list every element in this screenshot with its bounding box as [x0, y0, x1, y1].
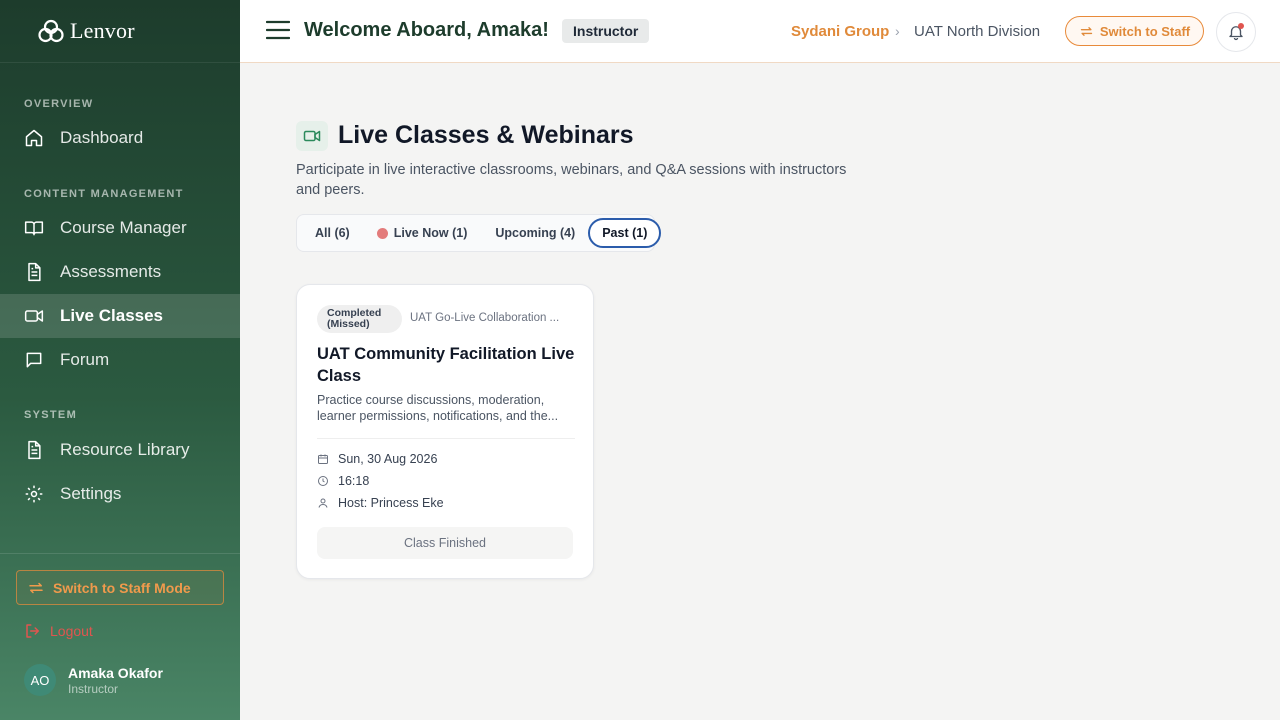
class-date-text: Sun, 30 Aug 2026	[338, 452, 438, 466]
section-label-content-management: CONTENT MANAGEMENT	[24, 188, 184, 200]
logout-label: Logout	[50, 623, 93, 639]
switch-to-staff-mode-button[interactable]: Switch to Staff Mode	[16, 570, 224, 605]
logo-icon	[38, 19, 64, 43]
sidebar-item-label: Assessments	[60, 262, 162, 281]
welcome-heading: Welcome Aboard, Amaka!	[304, 19, 549, 41]
switch-to-staff-mode-label: Switch to Staff Mode	[53, 579, 191, 596]
logout-icon	[26, 624, 39, 638]
sidebar-item-label: Settings	[60, 484, 122, 503]
class-description: Practice course discussions, moderation,…	[317, 393, 559, 423]
calendar-icon	[318, 454, 328, 464]
user-icon	[318, 498, 328, 508]
tab-label: Upcoming (4)	[495, 226, 576, 240]
avatar: AO	[24, 664, 56, 696]
sidebar-item-forum[interactable]: Forum	[0, 338, 240, 382]
brand-logo[interactable]: Lenvor	[0, 0, 240, 63]
switch-icon	[29, 582, 43, 593]
switch-to-staff-button[interactable]: Switch to Staff	[1065, 16, 1204, 46]
live-indicator-dot	[376, 227, 388, 239]
section-label-overview: OVERVIEW	[24, 98, 94, 110]
tab-label: Live Now (1)	[393, 226, 468, 240]
tab-past[interactable]: Past (1)	[588, 218, 662, 248]
video-icon	[303, 130, 321, 142]
breadcrumb-org[interactable]: Sydani Group	[791, 23, 889, 40]
page-title: Live Classes & Webinars	[338, 121, 634, 149]
status-badge: Completed (Missed)	[317, 305, 402, 333]
sidebar-item-label: Live Classes	[60, 306, 164, 325]
sidebar-item-label: Course Manager	[60, 218, 187, 237]
sidebar-item-label: Forum	[60, 350, 110, 369]
section-label-system: SYSTEM	[24, 409, 78, 421]
sidebar-item-assessments[interactable]: Assessments	[0, 250, 240, 294]
tab-live-now[interactable]: Live Now (1)	[365, 218, 483, 248]
page-subtitle: Participate in live interactive classroo…	[296, 162, 847, 198]
sidebar: Lenvor OVERVIEW Dashboard CONTENT MANAGE…	[0, 0, 240, 720]
sidebar-divider	[0, 553, 240, 554]
tab-all[interactable]: All (6)	[300, 218, 365, 248]
home-icon	[25, 129, 43, 147]
live-class-card[interactable]: Completed (Missed) UAT Go-Live Collabora…	[296, 284, 594, 579]
user-name: Amaka Okafor	[68, 664, 163, 681]
sidebar-item-dashboard[interactable]: Dashboard	[0, 116, 240, 160]
sidebar-item-resource-library[interactable]: Resource Library	[0, 428, 240, 472]
user-role: Instructor	[68, 681, 119, 696]
tab-upcoming[interactable]: Upcoming (4)	[482, 218, 588, 248]
top-header: Welcome Aboard, Amaka! Instructor Sydani…	[240, 0, 1280, 63]
class-host: Host: Princess Eke	[317, 496, 444, 510]
tab-label: Past (1)	[602, 226, 648, 240]
course-name: UAT Go-Live Collaboration ...	[410, 312, 560, 324]
sidebar-item-course-manager[interactable]: Course Manager	[0, 206, 240, 250]
class-date: Sun, 30 Aug 2026	[317, 452, 437, 466]
logout-button[interactable]: Logout	[24, 622, 93, 640]
card-divider	[317, 438, 575, 439]
class-finished-button: Class Finished	[317, 527, 573, 559]
live-classes-page-icon	[296, 121, 328, 151]
chat-icon	[26, 352, 42, 368]
breadcrumb-separator: ›	[895, 23, 900, 39]
class-time: 16:18	[317, 474, 369, 488]
switch-icon	[1080, 26, 1093, 36]
video-icon	[24, 310, 44, 322]
tab-label: All (6)	[315, 226, 350, 240]
switch-to-staff-label: Switch to Staff	[1099, 23, 1191, 39]
document-icon	[28, 440, 41, 460]
class-host-text: Host: Princess Eke	[338, 496, 444, 510]
sidebar-item-label: Resource Library	[60, 440, 190, 459]
sidebar-item-settings[interactable]: Settings	[0, 472, 240, 516]
document-icon	[28, 262, 41, 282]
role-badge: Instructor	[562, 19, 650, 43]
gear-icon	[25, 485, 43, 503]
sidebar-item-live-classes[interactable]: Live Classes	[0, 294, 240, 338]
hamburger-menu-icon[interactable]	[266, 20, 290, 40]
class-time-text: 16:18	[338, 474, 370, 488]
class-title: UAT Community Facilitation Live Class	[317, 345, 575, 385]
notification-dot	[1238, 23, 1244, 29]
sidebar-item-label: Dashboard	[60, 128, 144, 147]
notifications-button[interactable]	[1216, 12, 1256, 52]
breadcrumb-division: UAT North Division	[914, 23, 1041, 40]
filter-tabs: All (6) Live Now (1) Upcoming (4) Past (…	[296, 214, 662, 252]
book-icon	[24, 221, 44, 236]
user-profile[interactable]: AO Amaka Okafor Instructor	[24, 664, 163, 696]
brand-name: Lenvor	[70, 18, 135, 43]
clock-icon	[318, 476, 328, 486]
